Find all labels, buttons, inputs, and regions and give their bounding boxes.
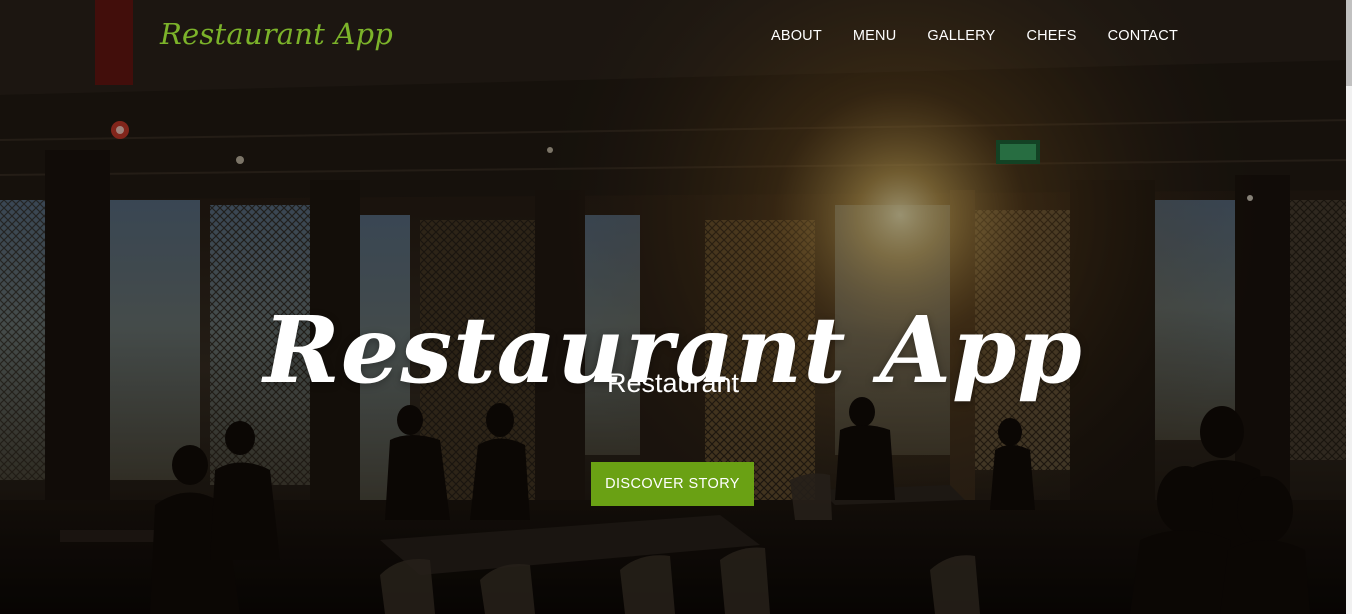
hero-subtitle: Restaurant — [606, 368, 740, 398]
nav-link-chefs[interactable]: CHEFS — [1026, 28, 1076, 44]
brand-logo[interactable]: Restaurant App — [160, 17, 393, 51]
top-navbar: Restaurant App ABOUT MENU GALLERY CHEFS … — [0, 0, 1346, 74]
nav-item-gallery: GALLERY — [927, 27, 995, 45]
nav-item-contact: CONTACT — [1108, 27, 1178, 45]
nav-link-menu[interactable]: MENU — [853, 28, 897, 44]
nav-menu: ABOUT MENU GALLERY CHEFS CONTACT — [771, 27, 1178, 45]
discover-story-button[interactable]: DISCOVER STORY — [591, 462, 754, 506]
nav-link-contact[interactable]: CONTACT — [1108, 28, 1178, 44]
nav-item-chefs: CHEFS — [1026, 27, 1076, 45]
nav-item-about: ABOUT — [771, 27, 822, 45]
scrollbar-thumb[interactable] — [1346, 0, 1352, 86]
nav-link-about[interactable]: ABOUT — [771, 28, 822, 44]
nav-item-menu: MENU — [853, 27, 897, 45]
hero-section: Restaurant App ABOUT MENU GALLERY CHEFS … — [0, 0, 1352, 614]
nav-link-gallery[interactable]: GALLERY — [927, 28, 995, 44]
page-scrollbar[interactable] — [1346, 0, 1352, 614]
